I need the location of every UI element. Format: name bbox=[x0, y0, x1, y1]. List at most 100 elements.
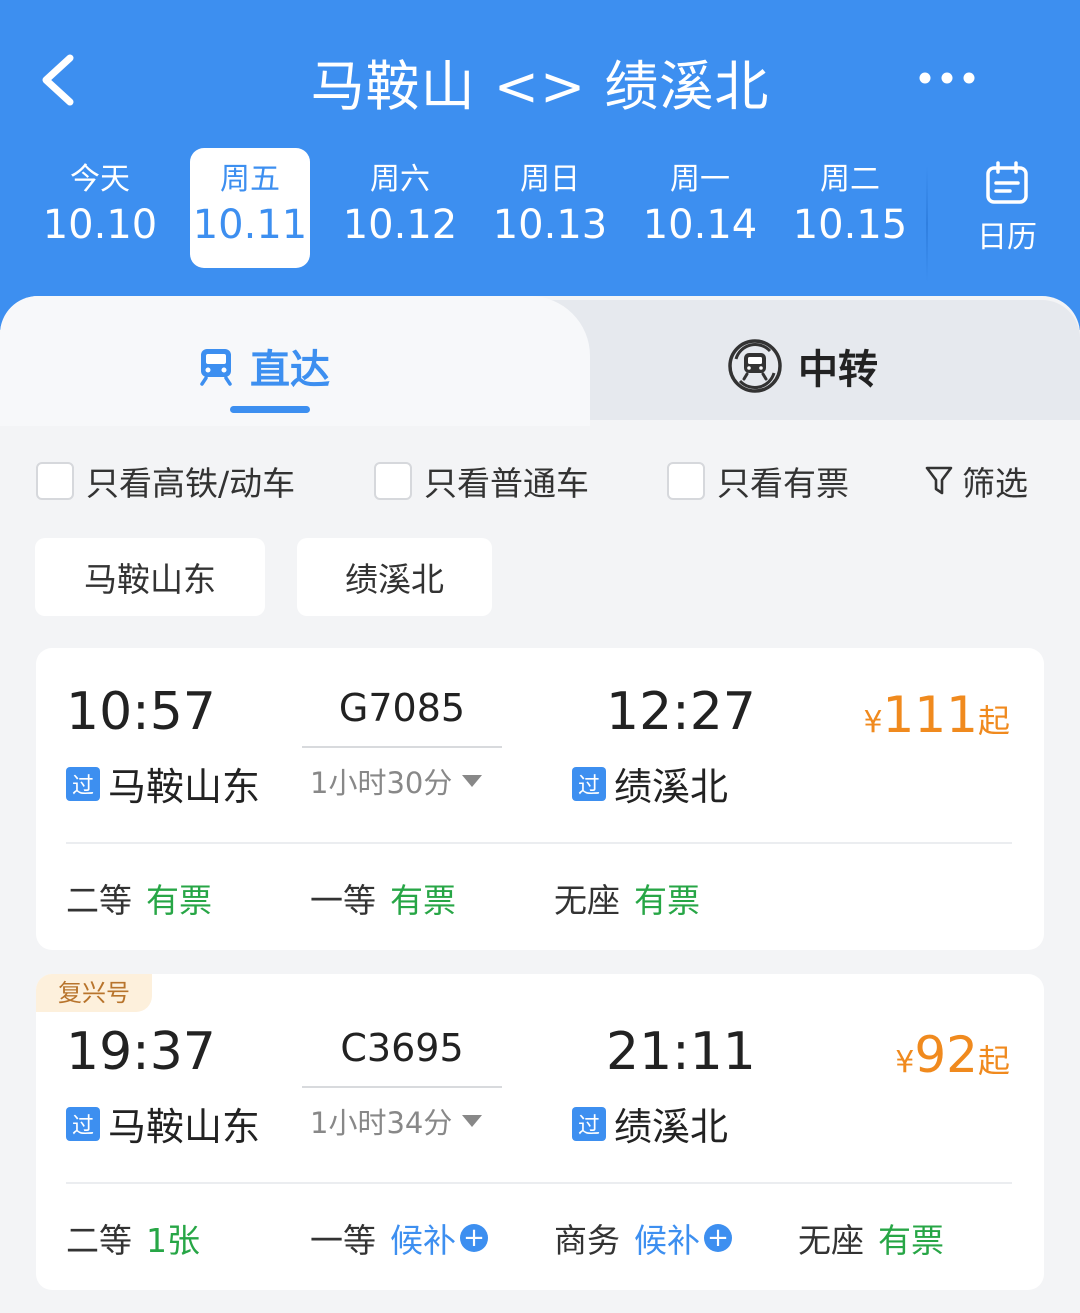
seat-status: 1张 bbox=[146, 1221, 200, 1260]
seat-class: 无座 bbox=[798, 1221, 864, 1260]
train-card[interactable]: 复兴号 19:37 C3695 21:11 ¥ 92 起 过 马鞍山东 1小时3… bbox=[36, 974, 1044, 1290]
departure-time: 19:37 bbox=[66, 1022, 216, 1082]
calendar-divider bbox=[926, 166, 928, 282]
train-card[interactable]: 10:57 G7085 12:27 ¥ 111 起 过 马鞍山东 1小时30分 … bbox=[36, 648, 1044, 950]
filter-normal-train[interactable]: 只看普通车 bbox=[374, 456, 589, 506]
price-suffix: 起 bbox=[977, 1042, 1010, 1080]
duration-text: 1小时30分 bbox=[310, 766, 453, 800]
pass-tag: 过 bbox=[66, 1106, 100, 1141]
pass-tag: 过 bbox=[66, 766, 100, 801]
date-value: 10.11 bbox=[192, 202, 308, 248]
tab-direct-label: 直达 bbox=[250, 347, 330, 393]
seat-status: 有票 bbox=[634, 881, 700, 920]
date-value: 10.14 bbox=[642, 202, 758, 248]
train-route-line bbox=[302, 1086, 502, 1088]
seat-info: 无座 有票 bbox=[798, 1214, 944, 1262]
calendar-icon bbox=[986, 161, 1028, 204]
date-weekday: 周五 bbox=[220, 162, 280, 197]
calendar-label: 日历 bbox=[977, 220, 1037, 255]
chevron-left-icon bbox=[42, 54, 74, 106]
seat-status: 有票 bbox=[390, 881, 456, 920]
transfer-train-icon bbox=[728, 339, 782, 393]
funnel-icon bbox=[925, 466, 953, 495]
calendar-button[interactable]: 日历 bbox=[964, 160, 1050, 260]
seat-status: 有票 bbox=[146, 881, 212, 920]
departure-station: 过 马鞍山东 bbox=[66, 1096, 260, 1151]
checkbox[interactable] bbox=[667, 462, 705, 500]
filter-button-label: 筛选 bbox=[962, 464, 1028, 503]
seat-info: 无座 有票 bbox=[554, 874, 700, 922]
date-tab-selected[interactable]: 周五 10.11 bbox=[190, 148, 310, 268]
date-weekday: 周六 bbox=[370, 162, 430, 197]
price-suffix: 起 bbox=[977, 702, 1010, 740]
departure-time: 10:57 bbox=[66, 682, 216, 742]
departure-station-chip[interactable]: 马鞍山东 bbox=[35, 538, 265, 616]
filter-available[interactable]: 只看有票 bbox=[667, 456, 849, 506]
tab-direct[interactable]: 直达 bbox=[196, 336, 330, 396]
price-currency: ¥ bbox=[895, 1045, 915, 1080]
waitlist-button[interactable]: 候补 + bbox=[634, 1214, 732, 1262]
more-button[interactable] bbox=[912, 60, 982, 96]
back-button[interactable] bbox=[30, 40, 90, 120]
plus-circle-icon: + bbox=[460, 1224, 488, 1252]
train-number: C3695 bbox=[340, 1026, 464, 1070]
checkbox[interactable] bbox=[36, 462, 74, 500]
seat-class: 一等 bbox=[310, 881, 376, 920]
date-tab[interactable]: 周六 10.12 bbox=[340, 148, 460, 268]
caret-down-icon bbox=[462, 1115, 483, 1127]
seat-status: 有票 bbox=[878, 1221, 944, 1260]
waitlist-button[interactable]: 候补 + bbox=[390, 1214, 488, 1262]
departure-station: 过 马鞍山东 bbox=[66, 756, 260, 811]
filter-label: 只看有票 bbox=[717, 464, 849, 503]
train-route-line bbox=[302, 746, 502, 748]
date-value: 10.15 bbox=[792, 202, 908, 248]
date-weekday: 周二 bbox=[820, 162, 880, 197]
date-weekday: 今天 bbox=[70, 162, 130, 197]
date-selector: 今天 10.10 周五 10.11 周六 10.12 周日 10.13 周一 1… bbox=[0, 148, 1080, 270]
date-weekday: 周日 bbox=[520, 162, 580, 197]
seat-status: 候补 bbox=[390, 1221, 456, 1260]
pass-tag: 过 bbox=[572, 1106, 606, 1141]
seat-info: 二等 1张 bbox=[66, 1214, 200, 1262]
train-type-badge: 复兴号 bbox=[36, 974, 152, 1012]
page-title: 马鞍山 <> 绩溪北 bbox=[310, 55, 770, 118]
arrival-station-chip[interactable]: 绩溪北 bbox=[297, 538, 492, 616]
duration-toggle[interactable]: 1小时34分 bbox=[310, 1100, 483, 1142]
date-value: 10.10 bbox=[42, 202, 158, 248]
seat-info: 一等 有票 bbox=[310, 874, 456, 922]
station-name: 绩溪北 bbox=[614, 1105, 729, 1149]
pass-tag: 过 bbox=[572, 766, 606, 801]
tab-transfer-label: 中转 bbox=[798, 347, 878, 393]
price-currency: ¥ bbox=[863, 705, 883, 740]
date-tab[interactable]: 今天 10.10 bbox=[40, 148, 160, 268]
seat-class: 二等 bbox=[66, 1221, 132, 1260]
arrival-station: 过 绩溪北 bbox=[572, 756, 728, 811]
checkbox[interactable] bbox=[374, 462, 412, 500]
filter-label: 只看高铁/动车 bbox=[86, 464, 296, 503]
seat-class: 二等 bbox=[66, 881, 132, 920]
plus-circle-icon: + bbox=[704, 1224, 732, 1252]
seat-status: 候补 bbox=[634, 1221, 700, 1260]
date-value: 10.13 bbox=[492, 202, 608, 248]
tab-transfer[interactable]: 中转 bbox=[726, 336, 878, 396]
date-tab[interactable]: 周日 10.13 bbox=[490, 148, 610, 268]
filter-bar: 只看高铁/动车 只看普通车 只看有票 bbox=[0, 456, 1080, 506]
seat-class: 一等 bbox=[310, 1221, 376, 1260]
train-icon bbox=[200, 349, 232, 386]
date-tab[interactable]: 周一 10.14 bbox=[640, 148, 760, 268]
station-name: 马鞍山东 bbox=[108, 765, 261, 809]
price-value: 111 bbox=[882, 686, 978, 744]
station-name: 马鞍山东 bbox=[108, 1105, 261, 1149]
arrival-time: 21:11 bbox=[606, 1022, 756, 1082]
duration-toggle[interactable]: 1小时30分 bbox=[310, 760, 483, 802]
date-value: 10.12 bbox=[342, 202, 458, 248]
filter-label: 只看普通车 bbox=[424, 464, 589, 503]
date-weekday: 周一 bbox=[670, 162, 730, 197]
filter-button[interactable]: 筛选 bbox=[924, 456, 1028, 506]
date-tab[interactable]: 周二 10.15 bbox=[790, 148, 910, 268]
more-dots-icon bbox=[919, 72, 975, 84]
filter-high-speed[interactable]: 只看高铁/动车 bbox=[36, 456, 295, 506]
seat-info[interactable]: 一等 候补 + bbox=[310, 1214, 488, 1262]
arrival-station: 过 绩溪北 bbox=[572, 1096, 728, 1151]
seat-info[interactable]: 商务 候补 + bbox=[554, 1214, 732, 1262]
